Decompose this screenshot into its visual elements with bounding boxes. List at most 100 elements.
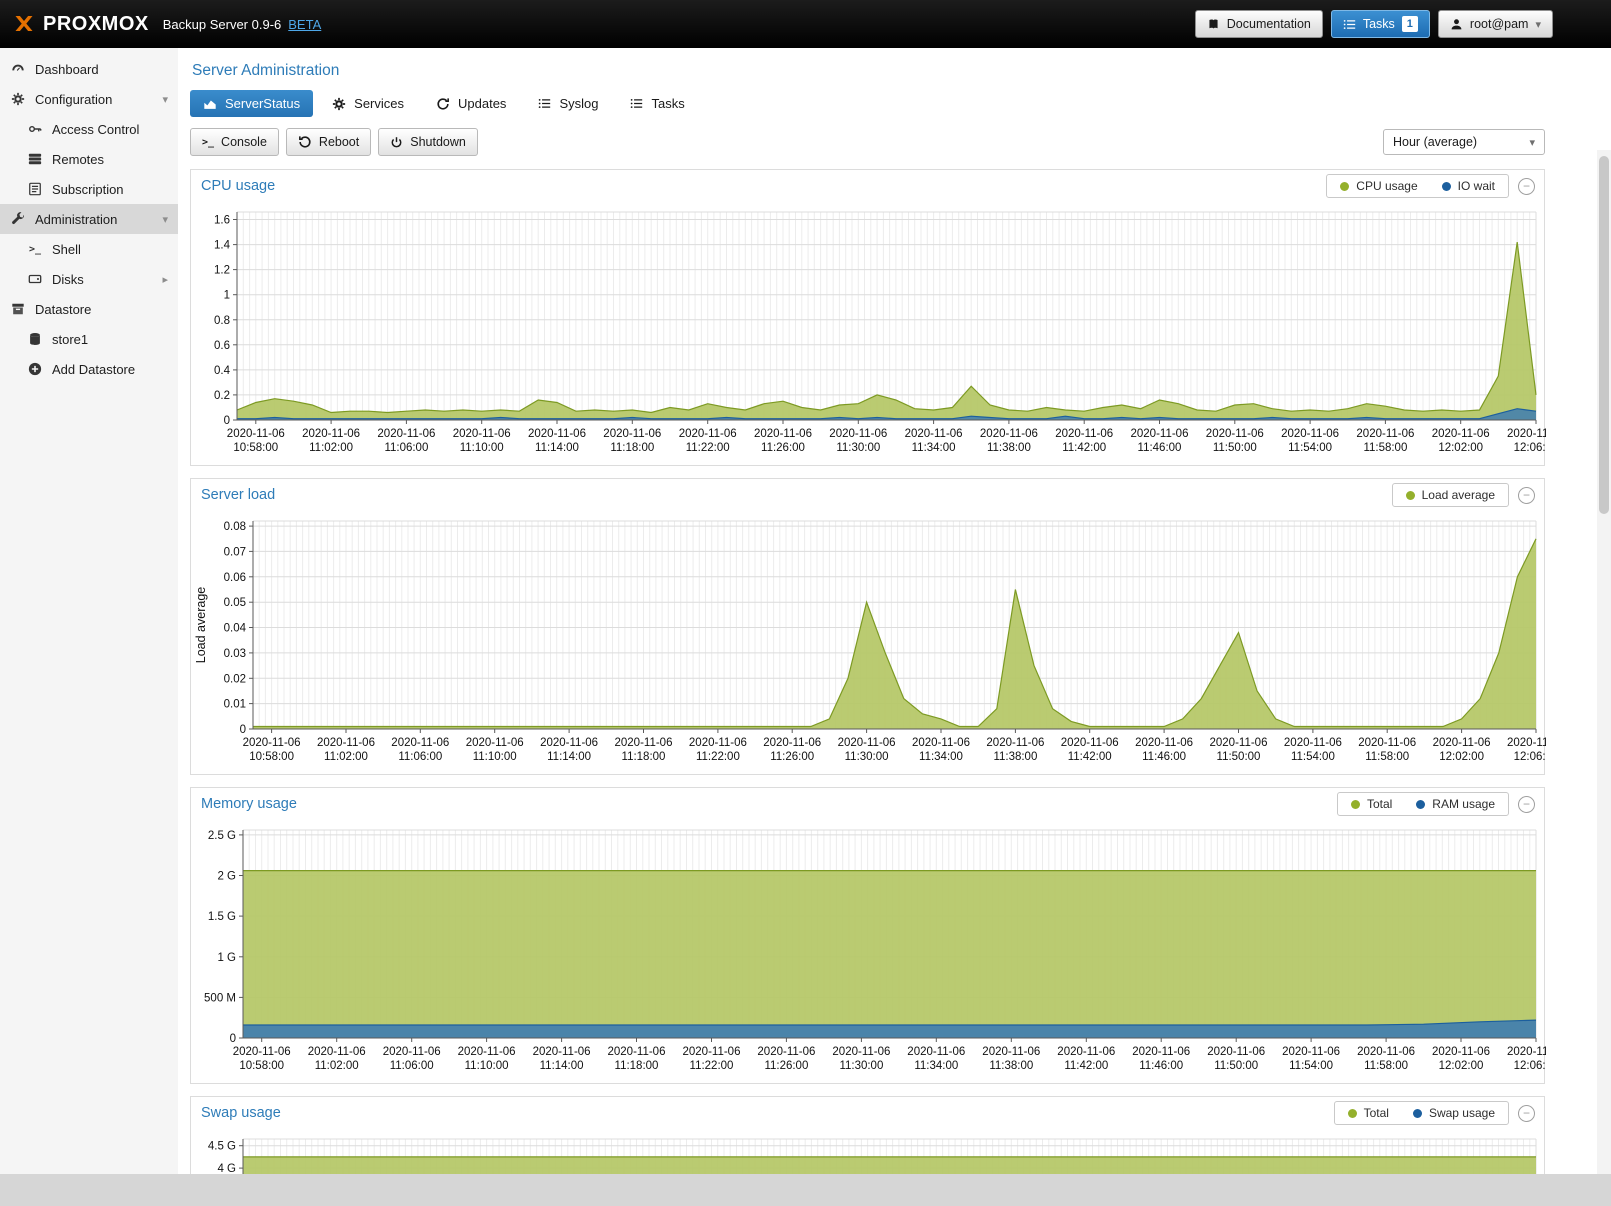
svg-text:2020-11-06: 2020-11-06 xyxy=(1284,737,1342,749)
svg-text:2020-11-06: 2020-11-06 xyxy=(754,428,812,440)
shutdown-button[interactable]: Shutdown xyxy=(378,128,478,156)
svg-text:2020-11-06: 2020-11-06 xyxy=(533,1046,591,1058)
svg-text:2020-11-06: 2020-11-06 xyxy=(453,428,511,440)
tab-services[interactable]: Services xyxy=(319,90,417,117)
book-icon xyxy=(1207,18,1220,31)
svg-text:2020-11-06: 2020-11-06 xyxy=(838,737,896,749)
sidebar-item-access-control[interactable]: Access Control xyxy=(0,114,178,144)
svg-text:11:34:00: 11:34:00 xyxy=(914,1060,958,1072)
collapse-panel-button[interactable]: − xyxy=(1518,796,1535,813)
legend-label: CPU usage xyxy=(1356,179,1417,193)
sidebar-item-subscription[interactable]: Subscription xyxy=(0,174,178,204)
sidebar-item-label: Administration xyxy=(35,212,117,227)
sidebar-item-disks[interactable]: Disks▸ xyxy=(0,264,178,294)
svg-text:11:58:00: 11:58:00 xyxy=(1365,751,1409,763)
svg-text:2020-11-06: 2020-11-06 xyxy=(683,1046,741,1058)
chart-legend: Load average xyxy=(1392,483,1509,507)
sidebar-item-label: Datastore xyxy=(35,302,91,317)
sidebar-item-administration[interactable]: Administration ▾ xyxy=(0,204,178,234)
product-version: Backup Server 0.9-6 xyxy=(163,17,282,32)
svg-text:11:02:00: 11:02:00 xyxy=(324,751,368,763)
tab-label: Syslog xyxy=(559,96,598,111)
timeframe-value: Hour (average) xyxy=(1393,135,1477,149)
svg-text:11:38:00: 11:38:00 xyxy=(989,1060,1033,1072)
documentation-button[interactable]: Documentation xyxy=(1195,10,1323,38)
svg-text:12:06:00: 12:06:00 xyxy=(1514,751,1546,763)
console-label: Console xyxy=(221,135,267,149)
tasks-button[interactable]: Tasks 1 xyxy=(1331,10,1430,38)
console-button[interactable]: >_ Console xyxy=(190,128,279,156)
tab-tasks[interactable]: Tasks xyxy=(617,90,697,117)
chevron-down-icon[interactable]: ▾ xyxy=(162,213,168,226)
sidebar-item-configuration[interactable]: Configuration▾ xyxy=(0,84,178,114)
sidebar: DashboardConfiguration▾Access ControlRem… xyxy=(0,48,178,1174)
svg-text:11:30:00: 11:30:00 xyxy=(836,442,880,454)
user-menu-button[interactable]: root@pam ▾ xyxy=(1438,10,1553,38)
panel-memory: Memory usageTotalRAM usage−0500 M1 G1.5 … xyxy=(190,787,1545,1084)
svg-text:11:50:00: 11:50:00 xyxy=(1213,442,1257,454)
sidebar-item-label: Add Datastore xyxy=(52,362,135,377)
collapse-panel-button[interactable]: − xyxy=(1518,487,1535,504)
sidebar-item-remotes[interactable]: Remotes xyxy=(0,144,178,174)
remotes-icon xyxy=(27,152,43,166)
sidebar-item-store1[interactable]: store1 xyxy=(0,324,178,354)
main-content: Server Administration ServerStatusServic… xyxy=(178,48,1611,1206)
svg-text:2020-11-06: 2020-11-06 xyxy=(832,1046,890,1058)
svg-text:2020-11-06: 2020-11-06 xyxy=(1207,1046,1265,1058)
svg-text:2020-11-06: 2020-11-06 xyxy=(608,1046,666,1058)
svg-text:12:02:00: 12:02:00 xyxy=(1439,1060,1484,1072)
reboot-button[interactable]: Reboot xyxy=(286,128,371,156)
tab-serverstatus[interactable]: ServerStatus xyxy=(190,90,313,117)
beta-link[interactable]: BETA xyxy=(288,17,321,32)
svg-text:2020-11-06: 2020-11-06 xyxy=(458,1046,516,1058)
tasks-icon xyxy=(630,97,643,110)
svg-text:11:46:00: 11:46:00 xyxy=(1139,1060,1183,1072)
sidebar-item-datastore[interactable]: Datastore xyxy=(0,294,178,324)
svg-text:2020-11-06: 2020-11-06 xyxy=(1206,428,1264,440)
chevron-down-icon: ▾ xyxy=(1529,136,1535,149)
archive-icon xyxy=(10,302,26,316)
svg-text:2020-11-06: 2020-11-06 xyxy=(317,737,375,749)
tab-updates[interactable]: Updates xyxy=(423,90,519,117)
chart-area-memory: 0500 M1 G1.5 G2 G2.5 G2020-11-0610:58:00… xyxy=(191,820,1544,1083)
chevron-down-icon: ▾ xyxy=(1535,18,1541,31)
legend-dot xyxy=(1351,800,1360,809)
area-chart-icon xyxy=(203,97,217,111)
chart-cpu: 00.20.40.60.811.21.41.62020-11-0610:58:0… xyxy=(191,202,1546,456)
tasks-icon xyxy=(1343,18,1356,31)
svg-text:2020-11-06: 2020-11-06 xyxy=(227,428,285,440)
svg-text:10:58:00: 10:58:00 xyxy=(239,1060,284,1072)
proxmox-logo: PROXMOX xyxy=(12,12,149,36)
svg-text:2020-11-06: 2020-11-06 xyxy=(1358,737,1416,749)
bottom-scroll-strip xyxy=(0,1174,1611,1206)
svg-text:11:14:00: 11:14:00 xyxy=(535,442,579,454)
sidebar-item-add-datastore[interactable]: Add Datastore xyxy=(0,354,178,384)
svg-text:1.6: 1.6 xyxy=(214,215,230,227)
svg-text:2020-11-06: 2020-11-06 xyxy=(302,428,360,440)
disk-icon xyxy=(27,272,43,286)
collapse-panel-button[interactable]: − xyxy=(1518,178,1535,195)
vertical-scrollbar[interactable] xyxy=(1597,150,1611,1174)
sidebar-item-shell[interactable]: >_Shell xyxy=(0,234,178,264)
svg-text:2020-11-06: 2020-11-06 xyxy=(540,737,598,749)
svg-text:2020-11-06: 2020-11-06 xyxy=(603,428,661,440)
scrollbar-thumb[interactable] xyxy=(1599,156,1609,514)
tab-syslog[interactable]: Syslog xyxy=(525,90,611,117)
plus-circle-icon xyxy=(27,362,43,376)
chevron-down-icon[interactable]: ▾ xyxy=(162,93,168,106)
reboot-label: Reboot xyxy=(319,135,359,149)
svg-text:0.03: 0.03 xyxy=(224,648,246,660)
chevron-right-icon[interactable]: ▸ xyxy=(162,273,168,286)
svg-text:11:18:00: 11:18:00 xyxy=(610,442,654,454)
sidebar-item-dashboard[interactable]: Dashboard xyxy=(0,54,178,84)
svg-text:0.06: 0.06 xyxy=(224,572,246,584)
subscription-icon xyxy=(27,182,43,196)
timeframe-select[interactable]: Hour (average) ▾ xyxy=(1383,129,1545,155)
svg-text:11:54:00: 11:54:00 xyxy=(1291,751,1335,763)
collapse-panel-button[interactable]: − xyxy=(1518,1105,1535,1122)
svg-text:0: 0 xyxy=(224,415,230,427)
svg-text:11:02:00: 11:02:00 xyxy=(309,442,353,454)
user-icon xyxy=(1450,18,1463,31)
svg-text:12:06:00: 12:06:00 xyxy=(1514,1060,1546,1072)
svg-text:1.2: 1.2 xyxy=(214,265,230,277)
